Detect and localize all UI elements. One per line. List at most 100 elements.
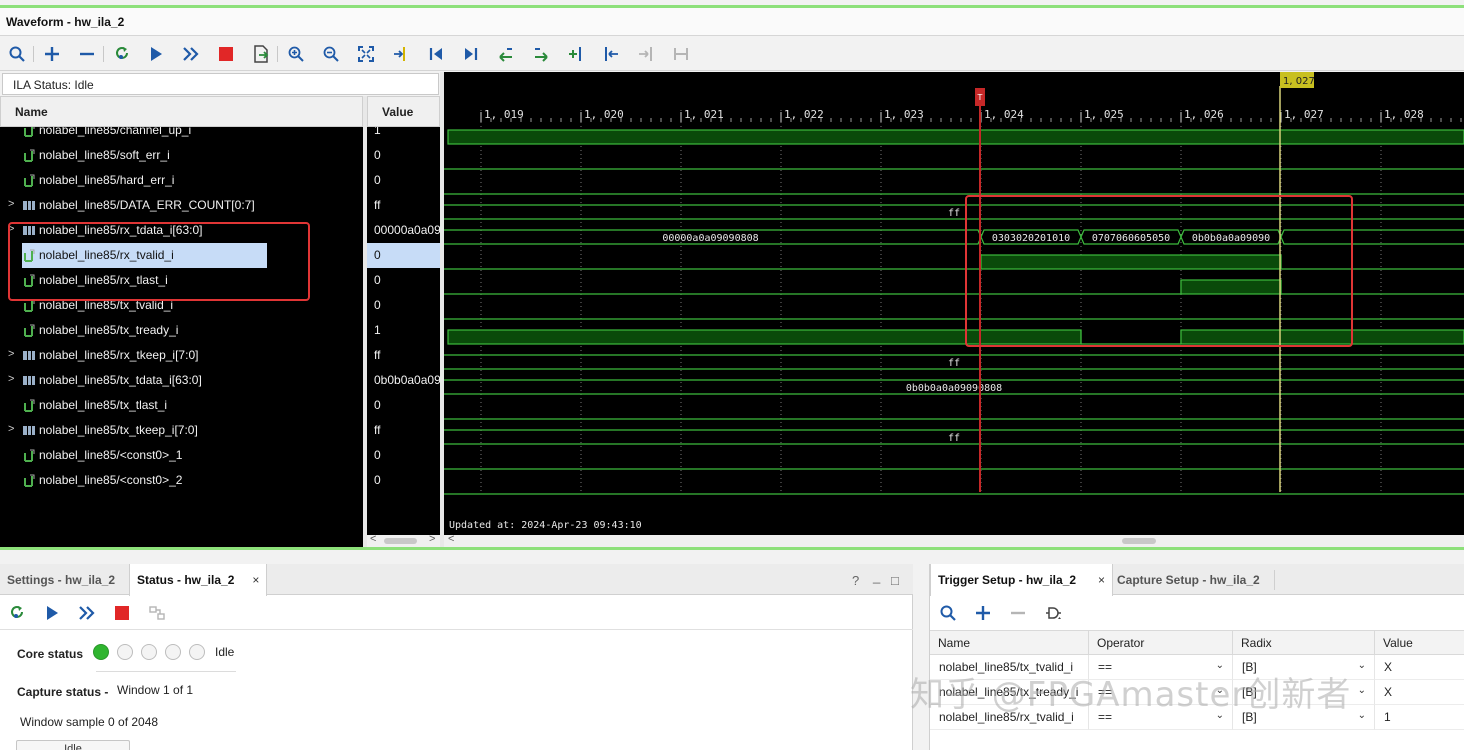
col-operator[interactable]: Operator bbox=[1089, 630, 1233, 655]
signal-value-row[interactable]: 0 bbox=[367, 468, 440, 493]
highlight-box-names bbox=[8, 222, 310, 301]
trigger-condition-icon[interactable] bbox=[1042, 602, 1064, 624]
wire-icon bbox=[24, 149, 35, 162]
signal-row[interactable]: nolabel_line85/<const0>_2 bbox=[0, 468, 363, 493]
tab-capture-setup[interactable]: Capture Setup - hw_ila_2 bbox=[1110, 564, 1267, 595]
signal-value-row[interactable]: 0 bbox=[367, 243, 440, 268]
signal-value-row[interactable]: 0 bbox=[367, 443, 440, 468]
zoom-out-icon[interactable] bbox=[320, 43, 342, 65]
value-hscroll[interactable]: < > bbox=[367, 533, 440, 547]
signal-value-row[interactable]: 0b0b0a0a09 bbox=[367, 368, 440, 393]
signal-value-row[interactable]: ff bbox=[367, 418, 440, 443]
signal-row[interactable]: nolabel_line85/hard_err_i bbox=[0, 168, 363, 193]
signal-row[interactable]: > nolabel_line85/rx_tkeep_i[7:0] bbox=[0, 343, 363, 368]
run-trigger-immediate-icon[interactable] bbox=[111, 43, 133, 65]
value-column-header[interactable]: Value bbox=[367, 96, 440, 127]
next-transition-icon[interactable] bbox=[530, 43, 552, 65]
stop-icon[interactable] bbox=[111, 602, 133, 624]
expand-chevron-icon[interactable]: > bbox=[8, 198, 18, 212]
core-status-label: Core status bbox=[17, 647, 84, 661]
add-probe-icon[interactable] bbox=[972, 602, 994, 624]
expand-chevron-icon[interactable]: > bbox=[8, 348, 18, 362]
search-icon[interactable] bbox=[6, 43, 28, 65]
tab-settings[interactable]: Settings - hw_ila_2 bbox=[0, 564, 122, 595]
status-button[interactable]: Idle bbox=[16, 740, 130, 750]
signal-row[interactable]: nolabel_line85/soft_err_i bbox=[0, 143, 363, 168]
signal-row[interactable]: > nolabel_line85/tx_tkeep_i[7:0] bbox=[0, 418, 363, 443]
auto-retrigger-icon[interactable] bbox=[76, 602, 98, 624]
previous-transition-icon[interactable] bbox=[495, 43, 517, 65]
next-marker-icon[interactable] bbox=[635, 43, 657, 65]
zoom-fit-icon[interactable] bbox=[355, 43, 377, 65]
status-panel: Settings - hw_ila_2 Status - hw_ila_2 × ?… bbox=[0, 564, 913, 750]
signal-name: nolabel_line85/<const0>_2 bbox=[39, 473, 183, 487]
signal-value-row[interactable]: 0 bbox=[367, 268, 440, 293]
signal-value: ff bbox=[374, 198, 381, 212]
signal-value-row[interactable]: 0 bbox=[367, 293, 440, 318]
signal-value: 1 bbox=[374, 323, 381, 337]
signal-value-row[interactable]: 00000a0a09 bbox=[367, 218, 440, 243]
expand-chevron-icon[interactable]: > bbox=[8, 373, 18, 387]
wave-hscroll[interactable]: < bbox=[444, 533, 1464, 547]
signal-value-row[interactable]: 0 bbox=[367, 143, 440, 168]
chevron-down-icon[interactable]: ⌄ bbox=[1358, 660, 1366, 671]
trigger-cell-value[interactable]: X bbox=[1375, 680, 1464, 705]
go-to-start-icon[interactable] bbox=[425, 43, 447, 65]
zoom-in-icon[interactable] bbox=[285, 43, 307, 65]
col-name[interactable]: Name bbox=[930, 630, 1089, 655]
signal-row[interactable]: > nolabel_line85/tx_tdata_i[63:0] bbox=[0, 368, 363, 393]
trigger-cell-value[interactable]: X bbox=[1375, 655, 1464, 680]
go-to-end-icon[interactable] bbox=[460, 43, 482, 65]
bus-icon bbox=[23, 426, 35, 435]
help-icon[interactable]: ? bbox=[852, 573, 859, 588]
signal-name: nolabel_line85/tx_tready_i bbox=[39, 323, 179, 337]
signal-row[interactable]: nolabel_line85/tx_tlast_i bbox=[0, 393, 363, 418]
status-led-idle bbox=[93, 644, 109, 660]
minimize-icon[interactable]: _ bbox=[873, 569, 880, 584]
go-to-cursor-icon[interactable] bbox=[390, 43, 412, 65]
status-led-trigger bbox=[165, 644, 181, 660]
trigger-setup-icon[interactable] bbox=[146, 602, 168, 624]
signal-value-row[interactable]: ff bbox=[367, 343, 440, 368]
waveform-toolbar bbox=[0, 37, 1464, 71]
maximize-icon[interactable]: □ bbox=[891, 573, 899, 588]
add-marker-icon[interactable] bbox=[565, 43, 587, 65]
tab-status[interactable]: Status - hw_ila_2 × bbox=[129, 564, 268, 596]
signal-value-row[interactable]: 1 bbox=[367, 318, 440, 343]
signal-row[interactable]: > nolabel_line85/DATA_ERR_COUNT[0:7] bbox=[0, 193, 363, 218]
auto-retrigger-icon[interactable] bbox=[180, 43, 202, 65]
chevron-down-icon[interactable]: ⌄ bbox=[1358, 685, 1366, 696]
signal-row[interactable]: nolabel_line85/<const0>_1 bbox=[0, 443, 363, 468]
export-icon[interactable] bbox=[250, 43, 272, 65]
signal-row[interactable]: nolabel_line85/channel_up_i bbox=[0, 127, 363, 143]
col-radix[interactable]: Radix bbox=[1233, 630, 1375, 655]
previous-marker-icon[interactable] bbox=[600, 43, 622, 65]
col-value[interactable]: Value bbox=[1375, 630, 1464, 655]
wire-icon bbox=[24, 174, 35, 187]
signal-row[interactable]: nolabel_line85/tx_tready_i bbox=[0, 318, 363, 343]
name-column-header[interactable]: Name bbox=[0, 96, 363, 127]
close-icon[interactable]: × bbox=[1098, 573, 1105, 587]
search-icon[interactable] bbox=[937, 602, 959, 624]
chevron-down-icon[interactable]: ⌄ bbox=[1358, 710, 1366, 721]
add-icon[interactable] bbox=[41, 43, 63, 65]
run-trigger-immediate-icon[interactable] bbox=[6, 602, 28, 624]
bus-icon bbox=[23, 351, 35, 360]
signal-value-row[interactable]: 1 bbox=[367, 127, 440, 143]
remove-probe-icon[interactable] bbox=[1007, 602, 1029, 624]
close-icon[interactable]: × bbox=[252, 573, 259, 587]
waveform-canvas[interactable]: 1, 019 1, 020 1, 021 1, 022 1, 023 1, 024 1, 0… bbox=[444, 72, 1464, 536]
ila-status-field: ILA Status: Idle bbox=[2, 73, 439, 95]
trigger-cell-value[interactable]: 1 bbox=[1375, 705, 1464, 730]
signal-value-row[interactable]: 0 bbox=[367, 393, 440, 418]
run-trigger-icon[interactable] bbox=[41, 602, 63, 624]
expand-chevron-icon[interactable]: > bbox=[8, 423, 18, 437]
stop-icon[interactable] bbox=[215, 43, 237, 65]
run-trigger-icon[interactable] bbox=[145, 43, 167, 65]
swap-cursors-icon[interactable] bbox=[670, 43, 692, 65]
remove-icon[interactable] bbox=[76, 43, 98, 65]
signal-value-row[interactable]: ff bbox=[367, 193, 440, 218]
tab-trigger-setup[interactable]: Trigger Setup - hw_ila_2 × bbox=[930, 564, 1114, 596]
bus-value-label: ff bbox=[948, 358, 960, 369]
signal-value-row[interactable]: 0 bbox=[367, 168, 440, 193]
